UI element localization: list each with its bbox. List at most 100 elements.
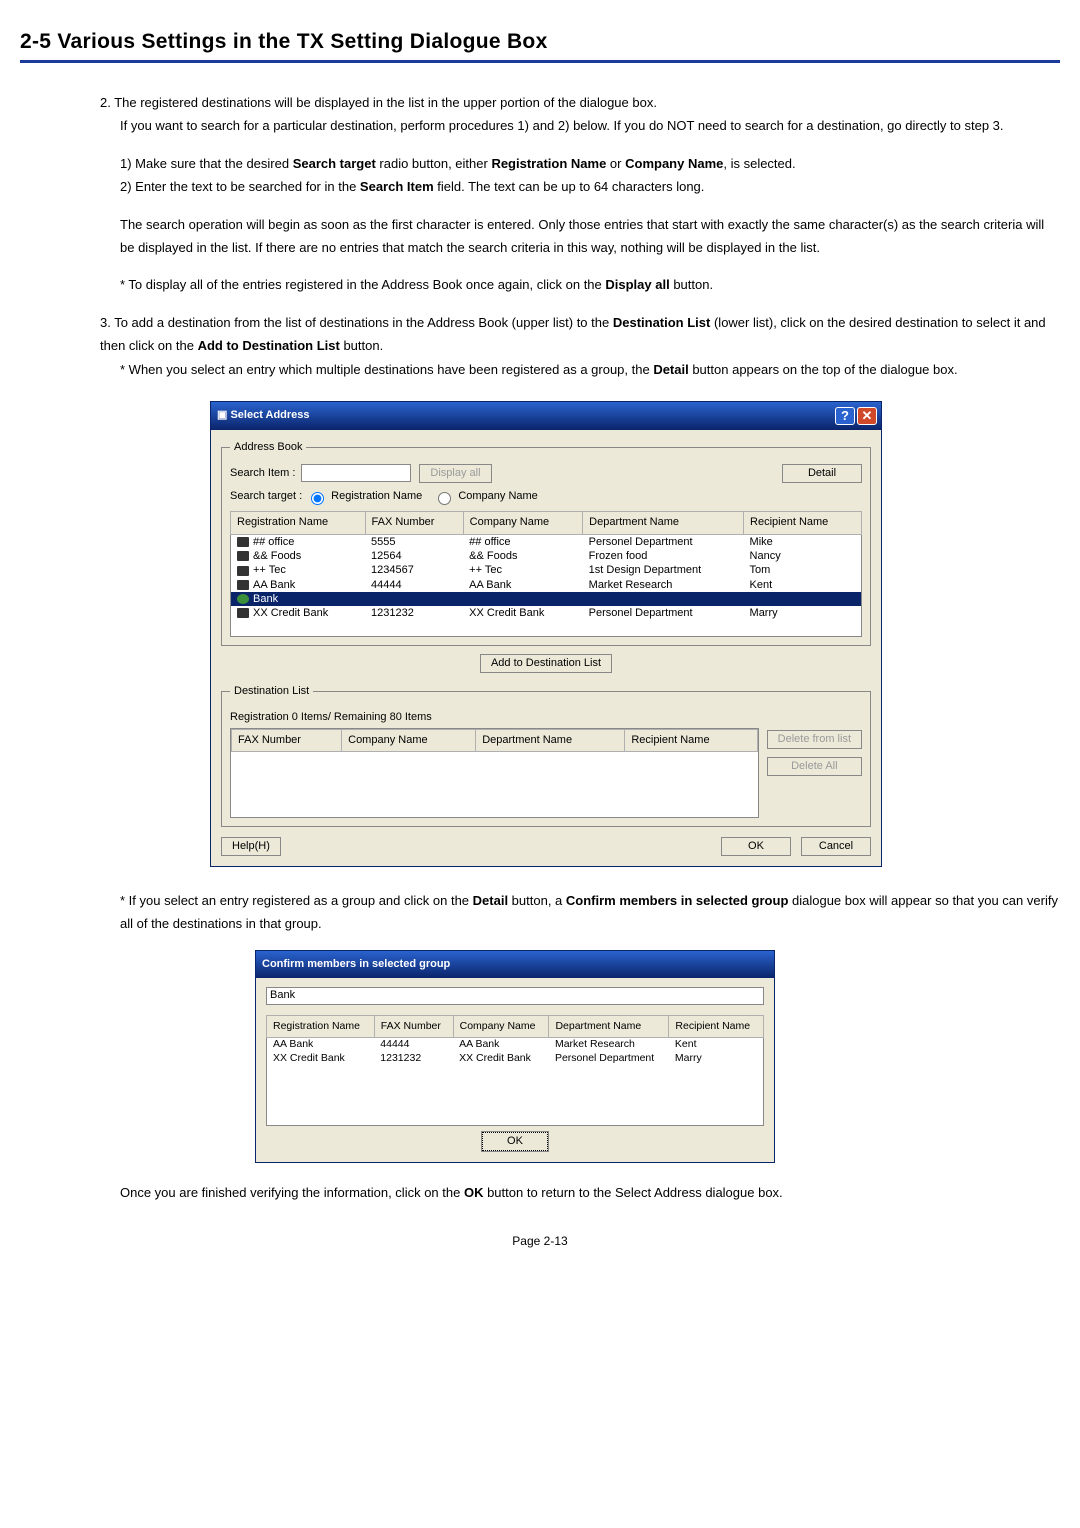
col-reg[interactable]: Registration Name xyxy=(231,512,366,535)
table-row[interactable]: && Foods12564&& FoodsFrozen foodNancy xyxy=(231,549,862,563)
t: Registration Name xyxy=(491,156,606,171)
step2-1: 1) Make sure that the desired Search tar… xyxy=(120,156,796,171)
table-row: XX Credit Bank1231232XX Credit BankPerso… xyxy=(267,1052,764,1066)
t: 2) Enter the text to be searched for in … xyxy=(120,179,360,194)
c-col-rec: Recipient Name xyxy=(669,1016,764,1038)
t: button to return to the Select Address d… xyxy=(483,1185,782,1200)
detail-button[interactable]: Detail xyxy=(782,464,862,483)
step3: 3. To add a destination from the list of… xyxy=(100,315,1046,353)
step2-b: If you want to search for a particular d… xyxy=(120,118,1004,133)
page-footer: Page 2-13 xyxy=(20,1234,1060,1248)
body-text: 2. The registered destinations will be d… xyxy=(100,91,1060,1204)
table-row: AA Bank44444AA BankMarket ResearchKent xyxy=(267,1038,764,1052)
t: button appears on the top of the dialogu… xyxy=(689,362,958,377)
col-co[interactable]: Company Name xyxy=(463,512,583,535)
step2-lead: 2. The registered destinations will be d… xyxy=(100,95,657,110)
t: Search Item xyxy=(360,179,434,194)
cancel-button[interactable]: Cancel xyxy=(801,837,871,856)
dest-col-dept[interactable]: Department Name xyxy=(476,729,625,752)
help-icon[interactable]: ? xyxy=(835,407,855,425)
radio-registration-name-label: Registration Name xyxy=(331,487,422,507)
col-rec[interactable]: Recipient Name xyxy=(744,512,862,535)
display-all-button[interactable]: Display all xyxy=(419,464,491,483)
t: Display all xyxy=(605,277,669,292)
table-row[interactable]: ++ Tec1234567++ Tec1st Design Department… xyxy=(231,563,862,577)
after1: * If you select an entry registered as a… xyxy=(120,889,1060,936)
step2-para2: The search operation will begin as soon … xyxy=(120,213,1060,260)
t: Company Name xyxy=(625,156,723,171)
fax-icon xyxy=(237,551,249,561)
address-book-table[interactable]: Registration Name FAX Number Company Nam… xyxy=(230,511,862,637)
search-item-input[interactable] xyxy=(301,464,411,482)
step3-star: * When you select an entry which multipl… xyxy=(120,362,958,377)
c-col-dept: Department Name xyxy=(549,1016,669,1038)
radio-registration-name[interactable] xyxy=(311,492,324,505)
help-button[interactable]: Help(H) xyxy=(221,837,281,856)
radio-company-name-label: Company Name xyxy=(458,487,537,507)
table-row[interactable]: AA Bank44444AA BankMarket ResearchKent xyxy=(231,578,862,592)
group-icon xyxy=(237,594,249,604)
select-address-titlebar: ▣ Select Address ? ✕ xyxy=(211,402,881,430)
t: 1) Make sure that the desired xyxy=(120,156,293,171)
t: * To display all of the entries register… xyxy=(120,277,605,292)
t: OK xyxy=(464,1185,484,1200)
t: button, a xyxy=(508,893,566,908)
t: 3. To add a destination from the list of… xyxy=(100,315,613,330)
add-to-destination-list-button[interactable]: Add to Destination List xyxy=(480,654,612,673)
t: radio button, either xyxy=(376,156,492,171)
destination-list-legend: Destination List xyxy=(230,682,313,702)
confirm-members-title: Confirm members in selected group xyxy=(262,955,450,975)
step2-star: * To display all of the entries register… xyxy=(120,273,1060,296)
search-target-label: Search target : xyxy=(230,487,302,507)
dest-col-fax[interactable]: FAX Number xyxy=(232,729,342,752)
t: field. The text can be up to 64 characte… xyxy=(434,179,705,194)
t: Search target xyxy=(293,156,376,171)
section-title: 2-5 Various Settings in the TX Setting D… xyxy=(20,30,1060,63)
t: button. xyxy=(670,277,713,292)
fax-icon xyxy=(237,566,249,576)
confirm-members-dialog: Confirm members in selected group Regist… xyxy=(255,950,775,1163)
destination-list-fieldset: Destination List Registration 0 Items/ R… xyxy=(221,682,871,827)
t: Destination List xyxy=(613,315,711,330)
c-col-fax: FAX Number xyxy=(374,1016,453,1038)
table-row[interactable]: Bank xyxy=(231,592,862,606)
t: or xyxy=(606,156,625,171)
destination-list-table[interactable]: FAX Number Company Name Department Name … xyxy=(230,728,759,818)
t: * If you select an entry registered as a… xyxy=(120,893,473,908)
t: Detail xyxy=(653,362,688,377)
confirm-ok-button[interactable]: OK xyxy=(482,1132,548,1151)
search-item-label: Search Item : xyxy=(230,464,295,484)
select-address-title: Select Address xyxy=(230,409,309,421)
destination-registration-line: Registration 0 Items/ Remaining 80 Items xyxy=(230,708,862,728)
close-icon[interactable]: ✕ xyxy=(857,407,877,425)
t: Once you are finished verifying the info… xyxy=(120,1185,464,1200)
c-col-reg: Registration Name xyxy=(267,1016,375,1038)
group-name-field xyxy=(266,987,764,1005)
t: Help(H) xyxy=(232,840,270,852)
table-row[interactable]: ## office5555## officePersonel Departmen… xyxy=(231,534,862,549)
fax-icon xyxy=(237,537,249,547)
radio-company-name[interactable] xyxy=(438,492,451,505)
dest-col-rec[interactable]: Recipient Name xyxy=(625,729,757,752)
t: , is selected. xyxy=(723,156,795,171)
col-fax[interactable]: FAX Number xyxy=(365,512,463,535)
select-address-dialog: ▣ Select Address ? ✕ Address Book Search… xyxy=(210,401,882,867)
ok-button[interactable]: OK xyxy=(721,837,791,856)
t: Add to Destination List xyxy=(198,338,340,353)
col-dept[interactable]: Department Name xyxy=(583,512,744,535)
fax-icon xyxy=(237,580,249,590)
delete-from-list-button[interactable]: Delete from list xyxy=(767,730,862,749)
step2-2: 2) Enter the text to be searched for in … xyxy=(120,179,704,194)
t: button. xyxy=(340,338,383,353)
address-book-fieldset: Address Book Search Item : Display all D… xyxy=(221,438,871,646)
table-row[interactable]: XX Credit Bank1231232XX Credit BankPerso… xyxy=(231,606,862,620)
t: Confirm members in selected group xyxy=(566,893,789,908)
confirm-members-table: Registration Name FAX Number Company Nam… xyxy=(266,1015,764,1126)
delete-all-button[interactable]: Delete All xyxy=(767,757,862,776)
t: * When you select an entry which multipl… xyxy=(120,362,653,377)
fax-icon xyxy=(237,608,249,618)
dest-col-co[interactable]: Company Name xyxy=(342,729,476,752)
c-col-co: Company Name xyxy=(453,1016,549,1038)
address-book-legend: Address Book xyxy=(230,438,306,458)
after2: Once you are finished verifying the info… xyxy=(120,1181,1060,1204)
